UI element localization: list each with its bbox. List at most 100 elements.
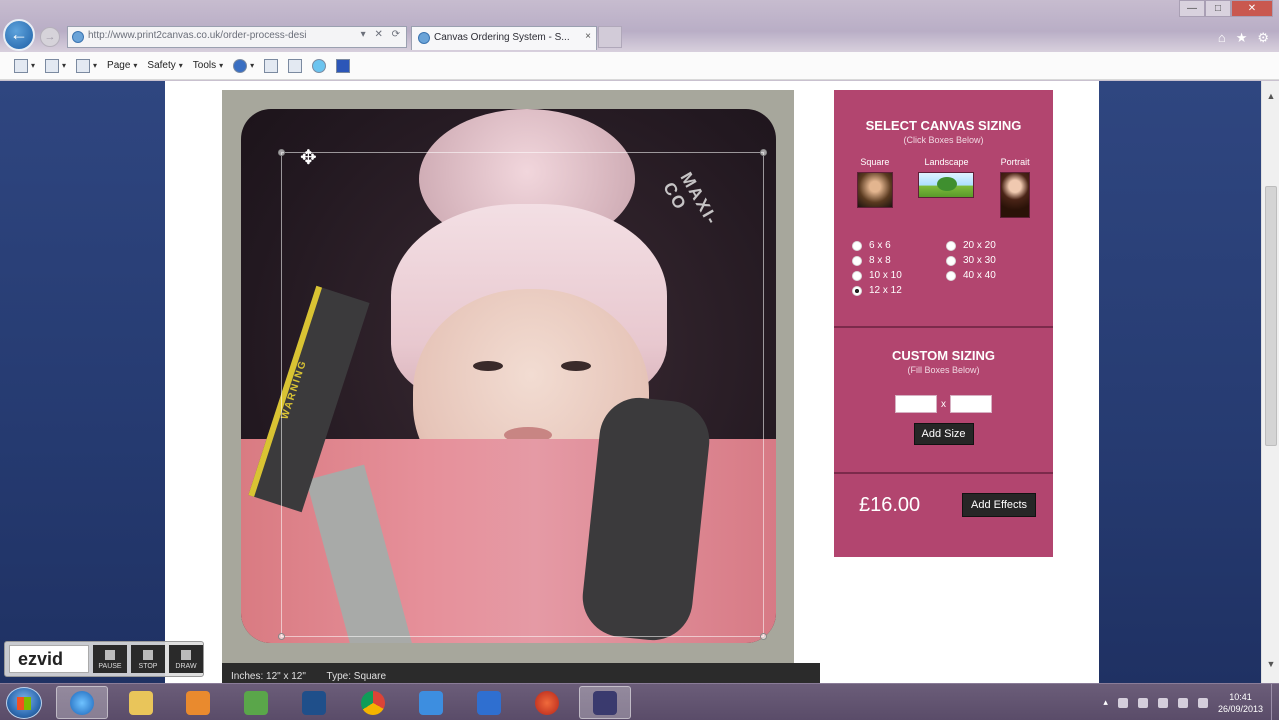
custom-height-input[interactable] <box>950 395 992 413</box>
window-controls: — □ ✕ <box>1179 0 1273 18</box>
addon-icon-2[interactable] <box>288 58 303 73</box>
add-effects-button[interactable]: Add Effects <box>962 493 1037 517</box>
page-scrollbar[interactable]: ▲ ▼ <box>1261 81 1279 683</box>
tray-icon-3[interactable] <box>1177 697 1188 708</box>
size-label: 6 x 6 <box>869 240 891 251</box>
portrait-thumbnail[interactable] <box>1000 172 1031 218</box>
internet-explorer-icon <box>70 690 94 715</box>
addon-icon-1[interactable] <box>264 58 279 73</box>
ezvid-pause-button[interactable]: PAUSE <box>93 645 127 673</box>
skype-icon[interactable] <box>312 58 327 73</box>
tools-gear-icon[interactable]: ⚙ <box>1257 30 1269 46</box>
radio-40x40[interactable] <box>946 270 956 281</box>
size-label: 20 x 20 <box>963 240 996 251</box>
radio-12x12-selected[interactable] <box>852 285 862 296</box>
crop-handle-top-left[interactable] <box>278 149 285 156</box>
ezvid-draw-button[interactable]: DRAW <box>169 645 203 673</box>
radio-30x30[interactable] <box>946 255 956 266</box>
size-option-20x20[interactable]: 20 x 20 <box>946 240 1040 251</box>
addon-icon-3[interactable] <box>336 58 351 73</box>
tab-close-icon[interactable]: × <box>585 31 591 42</box>
ezvid-stop-button[interactable]: STOP <box>131 645 165 673</box>
back-button[interactable]: ← <box>3 19 35 51</box>
dropbox-icon <box>419 690 443 715</box>
size-option-6x6[interactable]: 6 x 6 <box>852 240 946 251</box>
size-option-10x10[interactable]: 10 x 10 <box>852 270 946 281</box>
feeds-icon <box>14 58 28 73</box>
info-inches: Inches: 12" x 12" <box>231 671 306 682</box>
favorites-icon[interactable]: ★ <box>1236 30 1248 46</box>
shape-landscape[interactable]: Landscape <box>918 157 975 218</box>
new-tab-button[interactable] <box>598 26 622 48</box>
show-desktop-button[interactable] <box>1271 684 1279 720</box>
crop-box[interactable] <box>278 149 767 640</box>
scroll-up-arrow[interactable]: ▲ <box>1262 91 1279 105</box>
size-label: 12 x 12 <box>869 285 902 296</box>
volume-icon[interactable] <box>1197 697 1208 708</box>
network-icon[interactable] <box>1157 697 1168 708</box>
address-bar[interactable]: http://www.print2canvas.co.uk/order-proc… <box>67 26 407 48</box>
scroll-thumb[interactable] <box>1265 186 1277 446</box>
taskbar-media-player[interactable] <box>172 686 224 719</box>
radio-8x8[interactable] <box>852 255 862 266</box>
taskbar-chrome[interactable] <box>347 686 399 719</box>
shape-square[interactable]: Square <box>856 157 893 218</box>
radio-20x20[interactable] <box>946 240 956 251</box>
taskbar-people[interactable] <box>230 686 282 719</box>
move-cursor-icon[interactable]: ✥ <box>300 145 317 170</box>
landscape-thumbnail[interactable] <box>918 172 975 198</box>
size-option-40x40[interactable]: 40 x 40 <box>946 270 1040 281</box>
taskbar-photoshop[interactable] <box>288 686 340 719</box>
address-controls[interactable]: ▾ ✕ ⟳ <box>361 29 403 40</box>
size-label: 30 x 30 <box>963 255 996 266</box>
size-label: 8 x 8 <box>869 255 891 266</box>
home-icon[interactable]: ⌂ <box>1218 30 1226 46</box>
size-option-8x8[interactable]: 8 x 8 <box>852 255 946 266</box>
taskbar-video-editor[interactable] <box>579 686 631 719</box>
system-tray: ▴ 10:41 26/09/2013 <box>1103 684 1279 720</box>
crop-handle-top-right[interactable] <box>760 149 767 156</box>
feeds-button[interactable]: ▾ <box>14 58 35 73</box>
shape-portrait[interactable]: Portrait <box>1000 157 1031 218</box>
read-mail-button[interactable]: ▾ <box>45 58 66 73</box>
custom-width-input[interactable] <box>895 395 937 413</box>
tab-favicon-icon <box>418 32 430 44</box>
square-thumbnail[interactable] <box>856 172 893 208</box>
photo-editor: WARNING MAXI-CO ✥ <box>222 90 794 665</box>
crop-handle-bottom-left[interactable] <box>278 633 285 640</box>
taskbar-dropbox[interactable] <box>405 686 457 719</box>
close-window-button[interactable]: ✕ <box>1231 0 1273 17</box>
print-button[interactable]: ▾ <box>76 58 97 73</box>
safety-menu[interactable]: Safety ▾ <box>147 60 182 71</box>
print-icon <box>76 58 91 73</box>
shape-options: Square Landscape Portrait <box>834 157 1053 218</box>
size-options: 6 x 6 20 x 20 8 x 8 30 x 30 10 x 10 40 x… <box>852 240 1042 296</box>
minimize-button[interactable]: — <box>1179 0 1205 17</box>
maximize-button[interactable]: □ <box>1205 0 1231 17</box>
add-size-button[interactable]: Add Size <box>913 423 974 445</box>
tab-canvas-ordering[interactable]: Canvas Ordering System - S... × <box>411 26 597 50</box>
taskbar-app[interactable] <box>463 686 515 719</box>
start-button[interactable] <box>6 687 42 719</box>
help-icon <box>233 58 248 73</box>
forward-button[interactable]: → <box>40 27 60 47</box>
page-menu[interactable]: Page ▾ <box>107 60 137 71</box>
radio-6x6[interactable] <box>852 240 862 251</box>
tools-menu[interactable]: Tools ▾ <box>193 60 223 71</box>
address-url: http://www.print2canvas.co.uk/order-proc… <box>88 30 307 41</box>
size-option-30x30[interactable]: 30 x 30 <box>946 255 1040 266</box>
tray-icon-1[interactable] <box>1117 697 1128 708</box>
taskbar-internet-explorer[interactable] <box>56 686 108 719</box>
radio-10x10[interactable] <box>852 270 862 281</box>
custom-separator: x <box>941 398 946 410</box>
help-button[interactable]: ▾ <box>233 58 254 73</box>
tray-expand-icon[interactable]: ▴ <box>1103 697 1108 708</box>
scroll-down-arrow[interactable]: ▼ <box>1262 659 1279 673</box>
clock[interactable]: 10:41 26/09/2013 <box>1218 691 1263 715</box>
crop-handle-bottom-right[interactable] <box>760 633 767 640</box>
size-option-12x12[interactable]: 12 x 12 <box>852 285 946 296</box>
taskbar-ccleaner[interactable] <box>521 686 573 719</box>
chrome-icon <box>361 690 385 715</box>
taskbar-file-explorer[interactable] <box>115 686 167 719</box>
tray-icon-2[interactable] <box>1137 697 1148 708</box>
